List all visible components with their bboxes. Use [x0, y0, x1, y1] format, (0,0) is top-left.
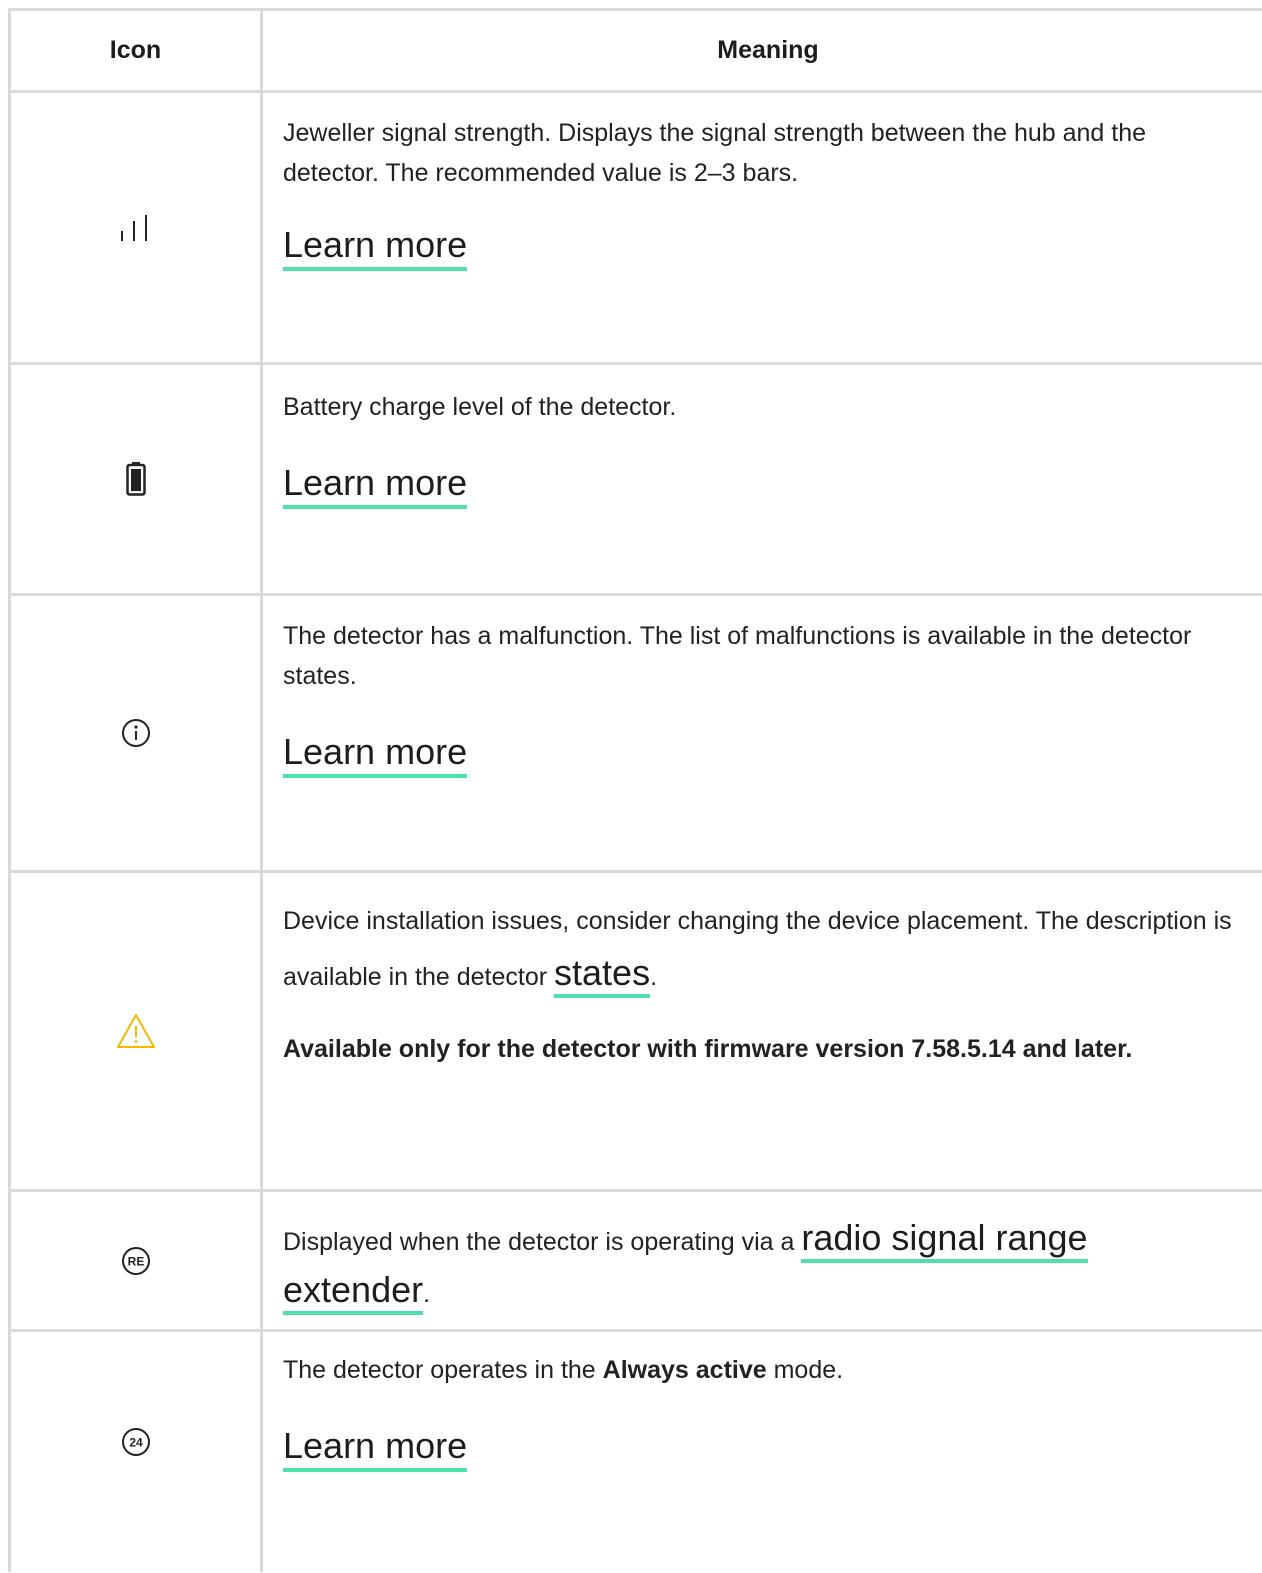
description-end: mode. [766, 1356, 844, 1384]
states-link[interactable]: states [554, 952, 651, 998]
always-active-label: 24 [129, 1436, 143, 1450]
range-extender-link[interactable]: radio signal range [801, 1217, 1088, 1263]
row-meaning: Battery charge level of the detector. Le… [263, 365, 1262, 593]
learn-more-link[interactable]: Learn more [283, 225, 468, 271]
description-end: . [650, 963, 658, 991]
row-description: The detector operates in the Always acti… [283, 1350, 1233, 1390]
table-row: RE Displayed when the detector is operat… [11, 1192, 1262, 1332]
row-meaning: Jeweller signal strength. Displays the s… [263, 93, 1262, 362]
row-meaning: The detector has a malfunction. The list… [263, 596, 1262, 870]
header-meaning-column: Meaning [717, 36, 819, 64]
row-meaning: Displayed when the detector is operating… [263, 1192, 1262, 1329]
description-end: . [423, 1280, 431, 1308]
description-text: The detector operates in the [283, 1356, 603, 1384]
signal-strength-icon [11, 93, 263, 362]
table-row: Battery charge level of the detector. Le… [11, 365, 1262, 596]
learn-more-link[interactable]: Learn more [283, 732, 468, 778]
battery-icon [11, 365, 263, 593]
firmware-note: Available only for the detector with fir… [283, 1035, 1133, 1063]
row-description: Device installation issues, consider cha… [283, 895, 1233, 1003]
row-description: Displayed when the detector is operating… [283, 1214, 1233, 1318]
range-extender-icon: RE [11, 1192, 263, 1329]
info-icon [11, 596, 263, 870]
table-row: 24 The detector operates in the Always a… [11, 1332, 1262, 1572]
mode-name: Always active [602, 1356, 767, 1384]
row-meaning: Device installation issues, consider cha… [263, 873, 1262, 1189]
icon-meaning-table: Icon Meaning Jeweller signal strength. D… [8, 8, 1262, 1572]
row-description: Battery charge level of the detector. [283, 393, 677, 421]
table-row: Device installation issues, consider cha… [11, 873, 1262, 1192]
table-row: Jeweller signal strength. Displays the s… [11, 93, 1262, 365]
range-extender-link-cont[interactable]: extender [283, 1269, 424, 1315]
description-text: Device installation issues, consider cha… [283, 907, 1232, 991]
range-extender-label: RE [127, 1254, 144, 1268]
warning-icon [11, 873, 263, 1189]
learn-more-link[interactable]: Learn more [283, 1426, 468, 1472]
row-description: The detector has a malfunction. The list… [283, 622, 1192, 690]
table-header-row: Icon Meaning [11, 11, 1262, 93]
row-meaning: The detector operates in the Always acti… [263, 1332, 1262, 1572]
row-description: Jeweller signal strength. Displays the s… [283, 119, 1147, 187]
description-text: Displayed when the detector is operating… [283, 1228, 802, 1256]
header-icon-column: Icon [11, 11, 263, 90]
learn-more-link[interactable]: Learn more [283, 463, 468, 509]
table-row: The detector has a malfunction. The list… [11, 596, 1262, 873]
always-active-icon: 24 [11, 1332, 263, 1572]
